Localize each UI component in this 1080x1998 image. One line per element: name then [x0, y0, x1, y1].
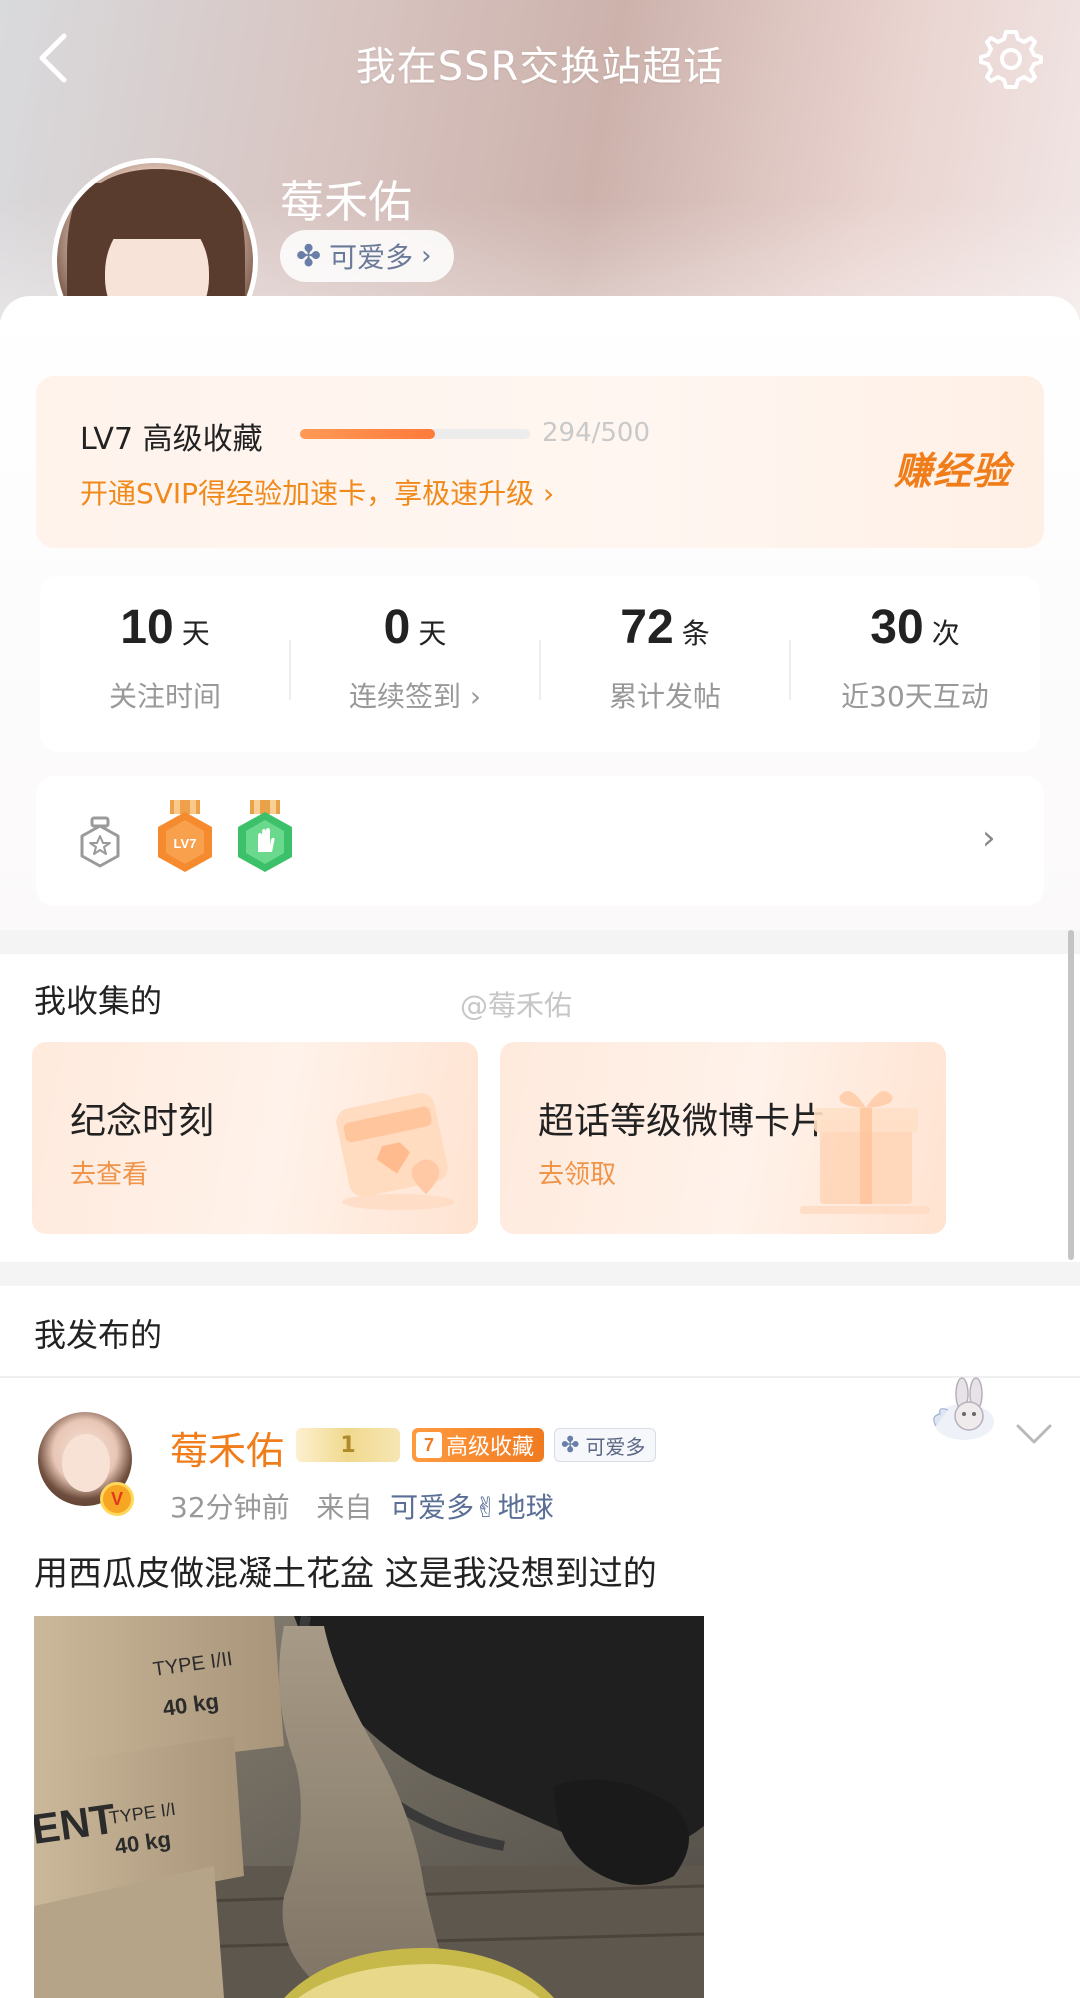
clover-tag[interactable]: ✤ 可爱多	[554, 1428, 657, 1462]
page-title: 我在SSR交换站超话	[355, 44, 725, 90]
lv7-badge-icon[interactable]: LV7	[154, 800, 216, 878]
level-tag-number: 7	[416, 1432, 442, 1458]
post-text: 用西瓜皮做混凝土花盆 这是我没想到过的	[34, 1554, 657, 1594]
stat-unit: 天	[418, 617, 447, 650]
scrollbar[interactable]	[1068, 930, 1074, 1260]
profile-chip-label: 可爱多	[329, 241, 414, 274]
stat-value: 10	[120, 601, 174, 654]
level-progress-text: 294/500	[542, 418, 651, 448]
stat-value: 0	[383, 601, 411, 654]
section-separator	[0, 1262, 1080, 1286]
chevron-down-icon[interactable]	[1014, 1420, 1054, 1448]
stat-unit: 天	[181, 617, 210, 650]
verified-badge-icon: V	[100, 1482, 134, 1516]
stat-label: 近30天互动	[841, 680, 989, 713]
chevron-right-icon[interactable]: ›	[982, 818, 996, 858]
avatar-bangs	[87, 169, 227, 239]
stat-checkin-days[interactable]: 0天 连续签到 ›	[290, 600, 540, 715]
level-tag-text: 高级收藏	[446, 1435, 535, 1460]
lv7-badge-text: LV7	[174, 836, 197, 851]
calendar-heart-icon	[336, 1093, 454, 1210]
stat-value: 72	[620, 601, 674, 654]
hand-badge-icon[interactable]	[234, 800, 296, 878]
level-progress-bar	[300, 429, 530, 439]
stat-posts: 72 条 累计发帖	[540, 600, 790, 715]
profile-chip-button[interactable]: ✤ 可爱多 ›	[280, 230, 454, 282]
post-photo: TYPE I/II 40 kg ENT TYPE I/I 40 kg	[34, 1616, 704, 1998]
section-separator	[0, 930, 1080, 954]
stat-unit: 次	[931, 617, 960, 650]
chevron-right-icon: ›	[421, 241, 432, 271]
stat-interactions: 30 次 近30天互动	[790, 600, 1040, 715]
clover-icon: ✤	[296, 238, 322, 274]
level-title: LV7 高级收藏	[80, 422, 263, 457]
stat-value: 30	[870, 601, 924, 654]
username: 莓禾佑	[280, 177, 412, 228]
level-panel[interactable]	[36, 376, 1044, 548]
memorial-moments-card[interactable]: 纪念时刻 去查看	[32, 1042, 478, 1234]
published-section-title: 我发布的	[34, 1316, 163, 1354]
card-link: 去查看	[70, 1160, 149, 1190]
card-title: 纪念时刻	[70, 1101, 215, 1142]
post-time: 32分钟前	[170, 1491, 290, 1524]
stat-label: 累计发帖	[608, 680, 721, 713]
post-from-label: 来自	[316, 1491, 373, 1524]
card-link: 去领取	[538, 1160, 617, 1190]
avatar-face	[62, 1434, 110, 1492]
post-meta: 32分钟前 来自 可爱多✌地球	[170, 1486, 554, 1526]
clover-tag-text: 可爱多	[585, 1434, 646, 1459]
clover-icon: ✤	[561, 1432, 580, 1458]
level-tag[interactable]: 7 高级收藏	[412, 1428, 545, 1462]
post-author-name[interactable]: 莓禾佑	[170, 1420, 284, 1475]
stat-label: 关注时间	[108, 680, 221, 713]
divider	[0, 1376, 1080, 1378]
stat-label: 连续签到 ›	[348, 680, 482, 713]
top-bar: 我在SSR交换站超话	[0, 0, 1080, 120]
post-source-link[interactable]: 可爱多✌地球	[390, 1491, 553, 1524]
medal-icon	[80, 816, 120, 868]
earn-exp-button[interactable]: 赚经验	[894, 440, 1011, 495]
level-progress-fill	[300, 429, 436, 439]
gear-icon[interactable]	[978, 26, 1044, 92]
svip-promo-link[interactable]: 开通SVIP得经验加速卡，享极速升级 ›	[80, 472, 554, 512]
level-weibo-card[interactable]: 超话等级微博卡片 去领取	[500, 1042, 946, 1234]
collected-section-title: 我收集的	[34, 982, 163, 1020]
fan-badge-text: 1	[340, 1432, 356, 1458]
stat-unit: 条	[681, 617, 710, 650]
gift-box-icon	[800, 1091, 930, 1214]
bunny-sticker-icon	[933, 1377, 994, 1440]
fan-badge-icon[interactable]: 1	[296, 1428, 400, 1462]
watermark: @莓禾佑	[460, 989, 573, 1022]
stat-follow-days: 10 天 关注时间	[40, 600, 290, 715]
post-image[interactable]: TYPE I/II 40 kg ENT TYPE I/I 40 kg	[34, 1616, 704, 1998]
